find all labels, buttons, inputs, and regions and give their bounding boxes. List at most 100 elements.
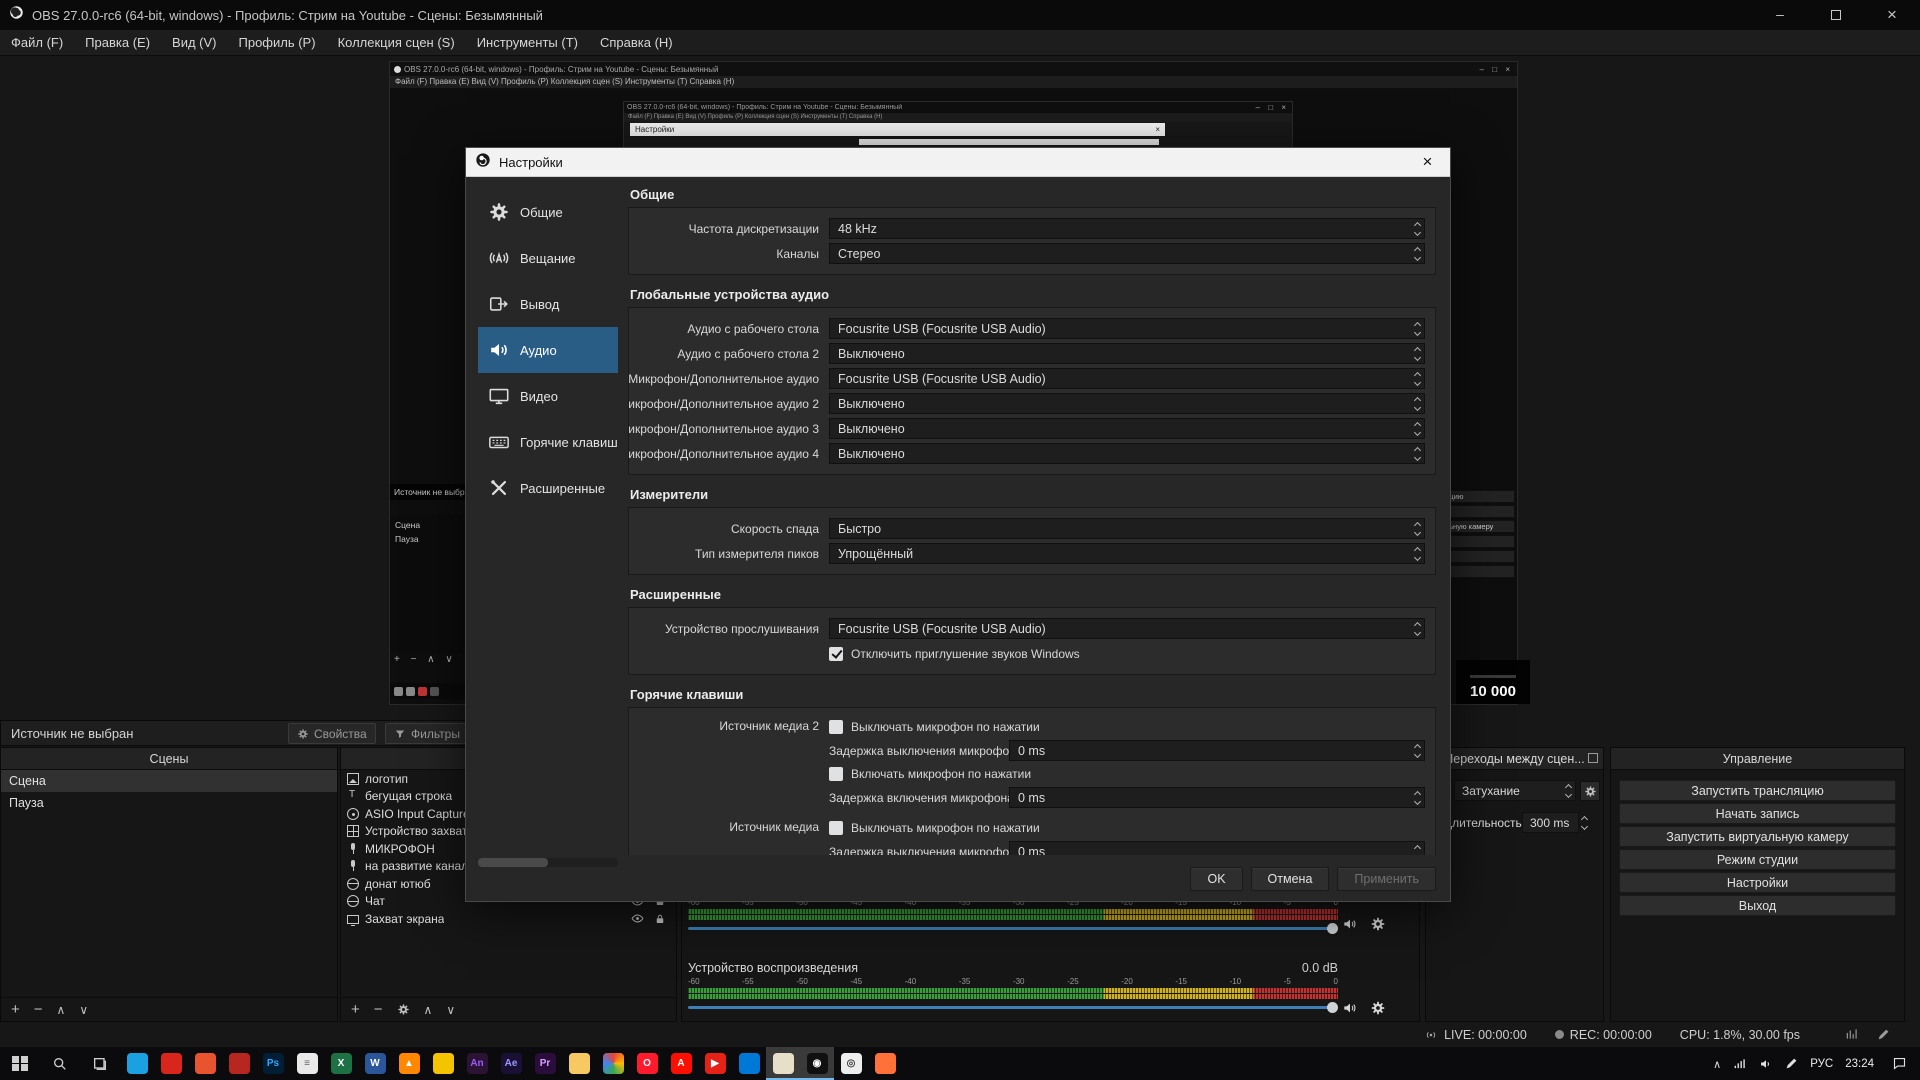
taskview-button[interactable]: [80, 1047, 120, 1080]
transition-select[interactable]: Затухание: [1454, 780, 1576, 801]
taskbar-app-icon[interactable]: [188, 1047, 222, 1080]
combo-box[interactable]: Focusrite USB (Focusrite USB Audio): [829, 618, 1425, 639]
spinner-arrows-icon[interactable]: [1415, 244, 1420, 263]
start-button[interactable]: [0, 1047, 40, 1080]
properties-button[interactable]: Свойства: [288, 723, 376, 744]
spinner-arrows-icon[interactable]: [1415, 444, 1420, 463]
spinner-arrows-icon[interactable]: [1415, 544, 1420, 563]
menu-item[interactable]: Инструменты (T): [466, 30, 589, 56]
filters-button[interactable]: Фильтры: [385, 723, 469, 744]
source-properties-button[interactable]: [397, 1003, 410, 1016]
settings-nav-general[interactable]: Общие: [478, 189, 618, 235]
taskbar-app-icon[interactable]: X: [324, 1047, 358, 1080]
push-to-mute-checkbox[interactable]: [829, 720, 843, 734]
combo-box[interactable]: 48 kHz: [829, 218, 1425, 239]
taskbar-app-icon[interactable]: Ps: [256, 1047, 290, 1080]
clock[interactable]: 23:24: [1845, 1058, 1874, 1070]
menu-item[interactable]: Справка (H): [589, 30, 684, 56]
settings-nav-video[interactable]: Видео: [478, 373, 618, 419]
combo-box[interactable]: Выключено: [829, 393, 1425, 414]
menu-item[interactable]: Вид (V): [161, 30, 227, 56]
mute-delay-input[interactable]: 0 ms: [1009, 740, 1425, 761]
taskbar-app-icon[interactable]: [222, 1047, 256, 1080]
spinner-arrows-icon[interactable]: [1415, 619, 1420, 638]
source-item[interactable]: Захват экрана: [341, 910, 676, 928]
menu-item[interactable]: Правка (E): [74, 30, 161, 56]
spinner-arrows-icon[interactable]: [1415, 369, 1420, 388]
taskbar-app-icon[interactable]: [426, 1047, 460, 1080]
taskbar-app-icon[interactable]: [120, 1047, 154, 1080]
spinner-arrows-icon[interactable]: [1415, 344, 1420, 363]
remove-scene-button[interactable]: [34, 1001, 43, 1018]
lock-icon[interactable]: [654, 913, 666, 925]
duration-input[interactable]: 300 ms: [1522, 812, 1579, 833]
taskbar-app-icon[interactable]: O: [630, 1047, 664, 1080]
settings-nav-advanced[interactable]: Расширенные: [478, 465, 618, 511]
taskbar-app-icon[interactable]: [868, 1047, 902, 1080]
scenes-panel-header[interactable]: Сцены: [1, 748, 337, 770]
taskbar-app-icon[interactable]: Pr: [528, 1047, 562, 1080]
control-button[interactable]: Режим студии: [1619, 849, 1896, 870]
maximize-button[interactable]: [1808, 0, 1864, 30]
spinner-arrows-icon[interactable]: [1415, 788, 1420, 807]
move-source-up-button[interactable]: [424, 1003, 433, 1017]
duration-spinner-icon[interactable]: [1582, 812, 1587, 833]
cancel-button[interactable]: Отмена: [1251, 867, 1330, 891]
scene-item[interactable]: Сцена: [1, 770, 337, 792]
menu-item[interactable]: Файл (F): [0, 30, 74, 56]
settings-nav-output[interactable]: Вывод: [478, 281, 618, 327]
taskbar-app-icon[interactable]: ≡: [290, 1047, 324, 1080]
control-button[interactable]: Настройки: [1619, 872, 1896, 893]
settings-nav-stream[interactable]: Вещание: [478, 235, 618, 281]
push-to-talk-checkbox[interactable]: [829, 767, 843, 781]
ok-button[interactable]: OK: [1190, 867, 1242, 891]
pen-icon[interactable]: [1785, 1057, 1798, 1070]
dialog-close-button[interactable]: [1405, 148, 1450, 176]
minimize-button[interactable]: [1752, 0, 1808, 30]
gear-icon[interactable]: [1370, 1000, 1386, 1016]
add-source-button[interactable]: [351, 1001, 360, 1018]
move-scene-down-button[interactable]: [79, 1003, 88, 1017]
stats-icon[interactable]: [1845, 1027, 1859, 1041]
move-scene-up-button[interactable]: [57, 1003, 66, 1017]
network-icon[interactable]: [1733, 1057, 1747, 1071]
taskbar-app-icon[interactable]: [154, 1047, 188, 1080]
taskbar-app-icon[interactable]: [766, 1047, 800, 1080]
settings-nav-hotkeys[interactable]: Горячие клавиши: [478, 419, 618, 465]
add-scene-button[interactable]: [11, 1001, 20, 1018]
spinner-arrows-icon[interactable]: [1415, 319, 1420, 338]
control-button[interactable]: Запустить виртуальную камеру: [1619, 826, 1896, 847]
combo-box[interactable]: Стерео: [829, 243, 1425, 264]
spinner-arrows-icon[interactable]: [1415, 741, 1420, 760]
spinner-arrows-icon[interactable]: [1415, 519, 1420, 538]
speaker-icon[interactable]: [1342, 1000, 1358, 1016]
spinner-arrows-icon[interactable]: [1415, 842, 1420, 855]
action-center-icon[interactable]: [1886, 1056, 1912, 1071]
combo-box[interactable]: Focusrite USB (Focusrite USB Audio): [829, 368, 1425, 389]
spinner-arrows-icon[interactable]: [1415, 394, 1420, 413]
taskbar-app-icon[interactable]: [732, 1047, 766, 1080]
taskbar-app-icon[interactable]: [562, 1047, 596, 1080]
volume-slider-handle[interactable]: [1327, 923, 1338, 934]
combo-box[interactable]: Упрощённый: [829, 543, 1425, 564]
spinner-arrows-icon[interactable]: [1415, 419, 1420, 438]
pen-icon[interactable]: [1877, 1028, 1890, 1041]
transition-properties-button[interactable]: [1580, 781, 1600, 801]
mute-delay-input[interactable]: 0 ms: [1009, 841, 1425, 855]
combo-box[interactable]: Выключено: [829, 443, 1425, 464]
nav-scrollbar-thumb[interactable]: [478, 858, 548, 867]
volume-slider-handle[interactable]: [1327, 1002, 1338, 1013]
menu-item[interactable]: Коллекция сцен (S): [327, 30, 466, 56]
visibility-eye-icon[interactable]: [631, 912, 644, 925]
taskbar-app-icon[interactable]: W: [358, 1047, 392, 1080]
control-button[interactable]: Начать запись: [1619, 803, 1896, 824]
combo-box[interactable]: Focusrite USB (Focusrite USB Audio): [829, 318, 1425, 339]
disable-windows-ducking-checkbox[interactable]: [829, 647, 843, 661]
combo-box[interactable]: Выключено: [829, 418, 1425, 439]
volume-slider[interactable]: [688, 1002, 1338, 1013]
spinner-arrows-icon[interactable]: [1415, 219, 1420, 238]
taskbar-app-icon[interactable]: ◉: [800, 1047, 834, 1080]
apply-button[interactable]: Применить: [1337, 867, 1436, 891]
talk-delay-input[interactable]: 0 ms: [1009, 787, 1425, 808]
taskbar-app-icon[interactable]: [596, 1047, 630, 1080]
